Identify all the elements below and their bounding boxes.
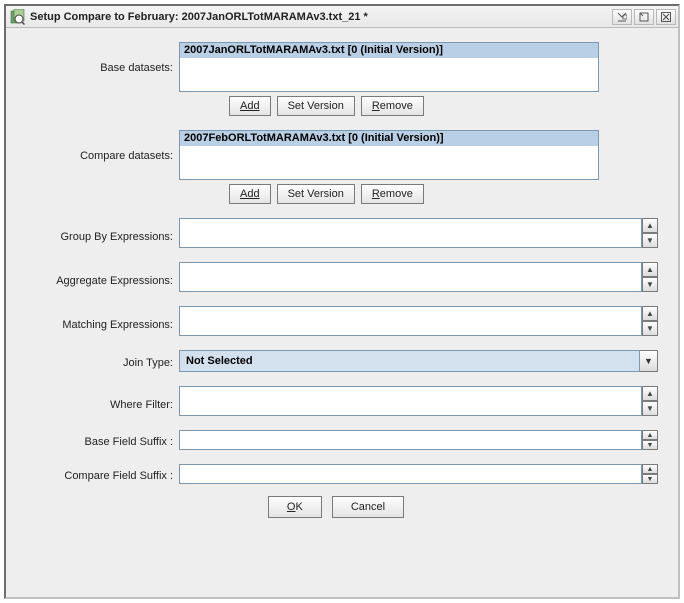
compare-suffix-input[interactable] bbox=[179, 464, 642, 484]
matching-input[interactable] bbox=[179, 306, 642, 336]
chevron-down-icon[interactable]: ▼ bbox=[640, 350, 658, 372]
footer: OK Cancel bbox=[14, 490, 658, 528]
set-version-button[interactable]: Set Version bbox=[277, 96, 355, 116]
spinner-down-icon[interactable]: ▼ bbox=[642, 401, 658, 416]
label-where-filter: Where Filter: bbox=[14, 391, 179, 411]
spinner-up-icon[interactable]: ▲ bbox=[642, 306, 658, 321]
label-aggregate: Aggregate Expressions: bbox=[14, 267, 179, 287]
dialog-window: Setup Compare to February: 2007JanORLTot… bbox=[4, 4, 680, 599]
spinner-down-icon[interactable]: ▼ bbox=[642, 474, 658, 484]
window-title: Setup Compare to February: 2007JanORLTot… bbox=[30, 11, 610, 23]
remove-button[interactable]: Remove bbox=[361, 184, 424, 204]
join-type-combo[interactable]: Not Selected ▼ bbox=[179, 350, 658, 372]
titlebar: Setup Compare to February: 2007JanORLTot… bbox=[6, 6, 678, 28]
label-base-datasets: Base datasets: bbox=[14, 42, 179, 74]
add-button[interactable]: Add bbox=[229, 96, 271, 116]
spinner-down-icon[interactable]: ▼ bbox=[642, 440, 658, 450]
label-compare-datasets: Compare datasets: bbox=[14, 130, 179, 162]
cancel-button[interactable]: Cancel bbox=[332, 496, 404, 518]
label-base-suffix: Base Field Suffix : bbox=[14, 433, 179, 448]
spinner-up-icon[interactable]: ▲ bbox=[642, 430, 658, 440]
spinner-down-icon[interactable]: ▼ bbox=[642, 233, 658, 248]
base-suffix-input[interactable] bbox=[179, 430, 642, 450]
remove-button[interactable]: Remove bbox=[361, 96, 424, 116]
label-matching: Matching Expressions: bbox=[14, 311, 179, 331]
ok-button[interactable]: OK bbox=[268, 496, 322, 518]
spinner-up-icon[interactable]: ▲ bbox=[642, 218, 658, 233]
label-join-type: Join Type: bbox=[14, 353, 179, 369]
spinner-down-icon[interactable]: ▼ bbox=[642, 277, 658, 292]
close-button[interactable] bbox=[656, 9, 676, 25]
join-type-value: Not Selected bbox=[179, 350, 640, 372]
spinner-down-icon[interactable]: ▼ bbox=[642, 321, 658, 336]
base-datasets-list[interactable]: 2007JanORLTotMARAMAv3.txt [0 (Initial Ve… bbox=[179, 42, 599, 92]
where-filter-input[interactable] bbox=[179, 386, 642, 416]
add-button-label: Add bbox=[240, 188, 260, 200]
spinner-up-icon[interactable]: ▲ bbox=[642, 464, 658, 474]
add-button[interactable]: Add bbox=[229, 184, 271, 204]
list-item[interactable]: 2007FebORLTotMARAMAv3.txt [0 (Initial Ve… bbox=[180, 131, 598, 146]
content-pane: Base datasets: 2007JanORLTotMARAMAv3.txt… bbox=[6, 28, 678, 597]
compare-datasets-list[interactable]: 2007FebORLTotMARAMAv3.txt [0 (Initial Ve… bbox=[179, 130, 599, 180]
add-button-label: Add bbox=[240, 100, 260, 112]
app-icon bbox=[8, 8, 26, 26]
aggregate-input[interactable] bbox=[179, 262, 642, 292]
list-item[interactable]: 2007JanORLTotMARAMAv3.txt [0 (Initial Ve… bbox=[180, 43, 598, 58]
label-compare-suffix: Compare Field Suffix : bbox=[14, 467, 179, 482]
spinner-up-icon[interactable]: ▲ bbox=[642, 386, 658, 401]
label-group-by: Group By Expressions: bbox=[14, 223, 179, 243]
group-by-input[interactable] bbox=[179, 218, 642, 248]
maximize-button[interactable] bbox=[634, 9, 654, 25]
spinner-up-icon[interactable]: ▲ bbox=[642, 262, 658, 277]
minimize-button[interactable] bbox=[612, 9, 632, 25]
set-version-button[interactable]: Set Version bbox=[277, 184, 355, 204]
